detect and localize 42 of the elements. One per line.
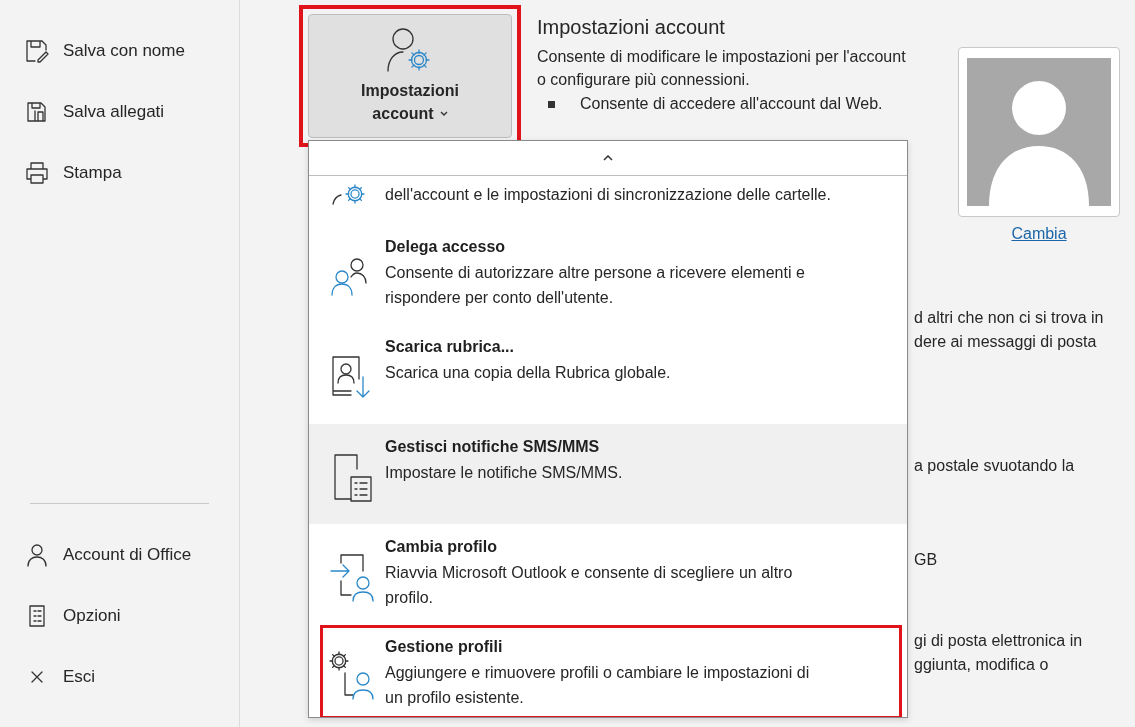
- menu-item-title: Delega accesso: [385, 238, 507, 256]
- scroll-up-icon[interactable]: [603, 155, 613, 161]
- menu-item-description: Impostare le notifiche SMS/MMS.: [385, 463, 624, 483]
- background-text: a postale svuotando la: [914, 457, 1075, 474]
- sidebar-item[interactable]: Opzioni: [24, 585, 239, 646]
- section-description: Consente di modificare le impostazioni per l'account o configurare più connessioni.: [537, 47, 907, 90]
- change-photo-link[interactable]: Cambia: [1011, 225, 1067, 243]
- bullet-text: Consente di accedere all'account dal Web.: [580, 95, 883, 113]
- menu-item-description: Scarica una copia della Rubrica globale.: [385, 363, 672, 383]
- background-text: ggiunta, modifica o: [914, 656, 1049, 673]
- caret-icon: [439, 111, 448, 116]
- menu-item-description: Riavvia Microsoft Outlook e consente di scegliere un altro profilo.: [385, 563, 794, 608]
- background-text: d altri che non ci si trova in: [914, 309, 1104, 326]
- avatar-icon: [967, 58, 1111, 206]
- menu-item-title: Scarica rubrica...: [385, 338, 515, 356]
- section-title: Impostazioni account: [537, 16, 726, 39]
- background-text: gi di posta elettronica in: [914, 632, 1083, 649]
- sidebar-item[interactable]: Esci: [24, 646, 239, 707]
- background-text: GB: [914, 551, 938, 568]
- menu-item[interactable]: Delega accesso Consente di autorizzare altre persone a ricevere elementi e rispondere per conto dell'utente.: [309, 224, 907, 324]
- sidebar-item[interactable]: Salva con nome: [24, 20, 239, 81]
- menu-item-description: Consente di autorizzare altre persone a ricevere elementi e rispondere per conto dell'utente.: [385, 263, 806, 308]
- menu-item-description: Aggiungere e rimuovere profili o cambiare le impostazioni di un profilo esistente.: [385, 663, 811, 708]
- menu-item-title: Gestisci notifiche SMS/MMS: [385, 438, 601, 456]
- save-as-icon: [24, 37, 50, 64]
- sidebar-item[interactable]: Salva allegati: [24, 81, 239, 142]
- menu-item[interactable]: Gestione profili Aggiungere e rimuovere profili o cambiare le impostazioni di un profilo esistente.: [319, 624, 903, 717]
- account-settings-button[interactable]: Impostazioni account: [308, 14, 512, 138]
- menu-item[interactable]: dell'account e le impostazioni di sincronizzazione delle cartelle.: [309, 176, 907, 224]
- menu-item-title: Cambia profilo: [385, 538, 498, 556]
- bullet-icon: [548, 100, 555, 108]
- menu-item[interactable]: Scarica rubrica... Scarica una copia della Rubrica globale.: [309, 324, 907, 424]
- sidebar-item[interactable]: Account di Office: [24, 524, 239, 585]
- background-text: dere ai messaggi di posta: [914, 333, 1097, 350]
- menu-item-description: dell'account e le impostazioni di sincronizzazione delle cartelle.: [385, 185, 831, 205]
- menu-item[interactable]: Cambia profilo Riavvia Microsoft Outlook e consente di scegliere un altro profilo.: [309, 524, 907, 624]
- sidebar-item[interactable]: Stampa: [24, 142, 239, 203]
- profile-settings-icon: [327, 649, 375, 701]
- menu-item-title: Gestione profili: [385, 638, 504, 656]
- person-icon: [24, 541, 50, 568]
- menu-item[interactable]: Gestisci notifiche SMS/MMS Impostare le notifiche SMS/MMS.: [309, 424, 907, 524]
- printer-icon: [24, 159, 50, 186]
